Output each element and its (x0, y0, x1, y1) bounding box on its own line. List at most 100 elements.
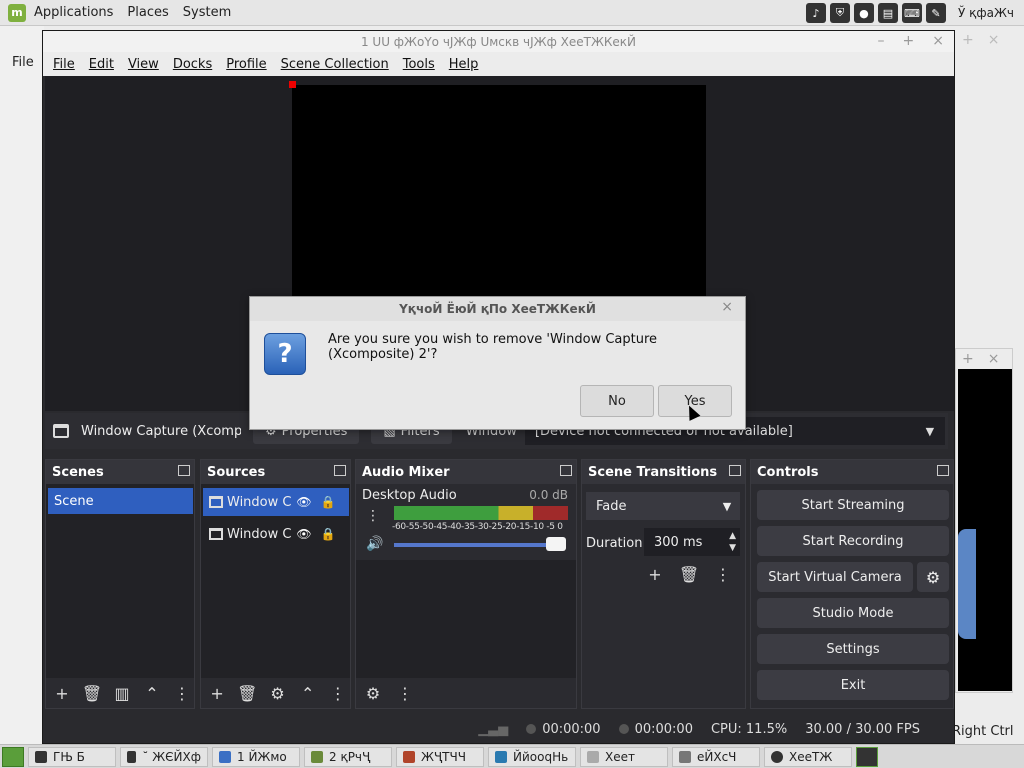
menu-tools[interactable]: Tools (403, 57, 435, 72)
gear-icon[interactable]: ⚙ (917, 562, 949, 592)
eye-icon[interactable]: 👁 (295, 495, 313, 509)
menu-file[interactable]: File (53, 57, 75, 72)
obs-title-bar[interactable]: 1 UU фЖоҮо чЈЖф Uмскв чЈЖф ХееТЖКекЙ – +… (43, 31, 954, 52)
clipboard-icon[interactable]: ▤ (877, 3, 898, 23)
sources-toolbar: + 🗑 ⚙ ⌃ ⋮ (201, 678, 350, 708)
menu-profile[interactable]: Profile (226, 57, 266, 72)
spinner-icon[interactable]: ▲ ▼ (729, 530, 736, 554)
no-button[interactable]: No (580, 385, 654, 417)
taskbar-item[interactable]: ЖҶТЧЧ (396, 746, 484, 767)
add-icon[interactable]: + (642, 562, 668, 586)
studio-mode-button[interactable]: Studio Mode (757, 598, 949, 628)
menu-docks[interactable]: Docks (173, 57, 212, 72)
app-icon (495, 750, 507, 763)
start-virtual-camera-button[interactable]: Start Virtual Camera (757, 562, 913, 592)
float-icon[interactable] (560, 465, 572, 476)
float-icon[interactable] (334, 465, 346, 476)
list-item[interactable]: Window Capture (Xcomposite) 👁 🔒 (203, 520, 349, 548)
mixer-title: Audio Mixer (362, 464, 450, 480)
taskbar-item[interactable]: еЙХсЧ (672, 746, 760, 767)
obs-tray-icon[interactable]: ● (853, 3, 874, 23)
close-icon[interactable]: × (988, 32, 1000, 48)
taskbar-item[interactable]: ГЊ Б (28, 746, 116, 767)
lock-icon[interactable]: 🔒 (319, 495, 337, 509)
float-icon[interactable] (178, 465, 190, 476)
menu-edit[interactable]: Edit (89, 57, 114, 72)
scenes-dock-header: Scenes (46, 460, 194, 484)
volume-slider[interactable] (394, 543, 554, 547)
list-item[interactable]: Window Capture (Xcomposite) 2 👁 🔒 (203, 488, 349, 516)
bg-file-menu[interactable]: File (12, 55, 34, 70)
more-icon[interactable]: ⋮ (326, 681, 350, 705)
trash-icon[interactable]: 🗑 (235, 681, 259, 705)
settings-button[interactable]: Settings (757, 634, 949, 664)
chevron-down-icon[interactable]: ▼ (921, 421, 939, 441)
start-streaming-button[interactable]: Start Streaming (757, 490, 949, 520)
dialog-title: ҮқчоЙ ЁюЙ қПо ХееТЖКекЙ (399, 302, 596, 316)
applications-menu[interactable]: Applications (34, 5, 113, 20)
gear-icon[interactable]: ⚙ (265, 681, 289, 705)
start-menu-icon[interactable] (2, 746, 24, 767)
minimize-icon[interactable]: – (878, 33, 885, 49)
selection-handle[interactable] (289, 81, 296, 88)
taskbar-item-label: Хеет (605, 749, 635, 764)
more-icon[interactable]: ⋮ (710, 562, 736, 586)
preview-canvas[interactable] (292, 85, 706, 315)
obs-active-icon[interactable] (856, 746, 878, 767)
taskbar-item[interactable]: Хеет (580, 746, 668, 767)
more-icon[interactable]: ⋮ (366, 508, 380, 524)
maximize-icon[interactable]: + (903, 33, 915, 49)
more-icon[interactable]: ⋮ (170, 681, 194, 705)
trash-icon[interactable]: 🗑 (676, 562, 702, 586)
system-menu[interactable]: System (183, 5, 231, 20)
close-icon[interactable]: × (988, 351, 1000, 367)
broadcast-icon (526, 724, 537, 734)
chevron-down-icon[interactable]: ▼ (718, 496, 736, 516)
places-menu[interactable]: Places (127, 5, 168, 20)
taskbar-item[interactable]: ХееТЖ (764, 746, 852, 767)
lock-icon[interactable]: 🔒 (319, 527, 337, 541)
shield-icon[interactable]: ⛨ (829, 3, 850, 23)
source-name: Window Capture (Xcomposite) 2 (227, 494, 291, 510)
taskbar-item[interactable]: 2 қРчҶ (304, 746, 392, 767)
brush-icon[interactable]: ✎ (925, 3, 946, 23)
window-icon (209, 496, 223, 508)
maximize-icon[interactable]: + (962, 32, 974, 48)
duration-input[interactable]: 300 ms ▲ ▼ (644, 528, 740, 556)
taskbar-item[interactable]: ˘ ЖЄЙХф (120, 746, 208, 767)
add-icon[interactable]: + (205, 681, 229, 705)
menu-view[interactable]: View (128, 57, 159, 72)
scene-item[interactable]: Scene (48, 488, 193, 514)
menu-help[interactable]: Help (449, 57, 479, 72)
taskbar-item[interactable]: 1 ЙЖмо (212, 746, 300, 767)
taskbar-item[interactable]: ЙйооqНь (488, 746, 576, 767)
add-icon[interactable]: + (50, 681, 74, 705)
close-icon[interactable]: × (932, 33, 944, 49)
meter-scale: -60-55-50-45-40-35-30-25-20-15-10 -5 0 (392, 522, 563, 532)
eye-icon[interactable]: 👁 (295, 527, 313, 541)
volume-slider-handle[interactable] (546, 537, 566, 551)
mint-menu-icon[interactable]: m (8, 3, 26, 22)
more-icon[interactable]: ⋮ (392, 681, 418, 705)
float-icon[interactable] (729, 465, 741, 476)
menu-scene-collection[interactable]: Scene Collection (281, 57, 389, 72)
volume-icon[interactable]: ♪ (805, 3, 826, 23)
float-icon[interactable] (937, 465, 949, 476)
taskbar-item-label: 1 ЙЖмо (237, 749, 287, 764)
chevron-up-icon[interactable]: ⌃ (296, 681, 320, 705)
trash-icon[interactable]: 🗑 (80, 681, 104, 705)
keyboard-icon[interactable]: ⌨ (901, 3, 922, 23)
exit-button[interactable]: Exit (757, 670, 949, 700)
filter-icon[interactable]: ▥ (110, 681, 134, 705)
chevron-up-icon[interactable]: ⌃ (140, 681, 164, 705)
clock[interactable]: Ў қфаЖч (958, 6, 1014, 20)
dialog-title-bar[interactable]: ҮқчоЙ ЁюЙ қПо ХееТЖКекЙ (250, 297, 745, 321)
close-icon[interactable]: × (721, 299, 733, 315)
audio-mixer-dock: Audio Mixer Desktop Audio 0.0 dB ⋮ -60-5… (355, 459, 577, 709)
gears-icon[interactable]: ⚙ (360, 681, 386, 705)
transition-select[interactable]: Fade ▼ (586, 492, 740, 520)
speaker-icon[interactable]: 🔊 (366, 536, 383, 552)
maximize-icon[interactable]: + (962, 351, 974, 367)
start-recording-button[interactable]: Start Recording (757, 526, 949, 556)
scenes-list: Scene (46, 484, 194, 708)
